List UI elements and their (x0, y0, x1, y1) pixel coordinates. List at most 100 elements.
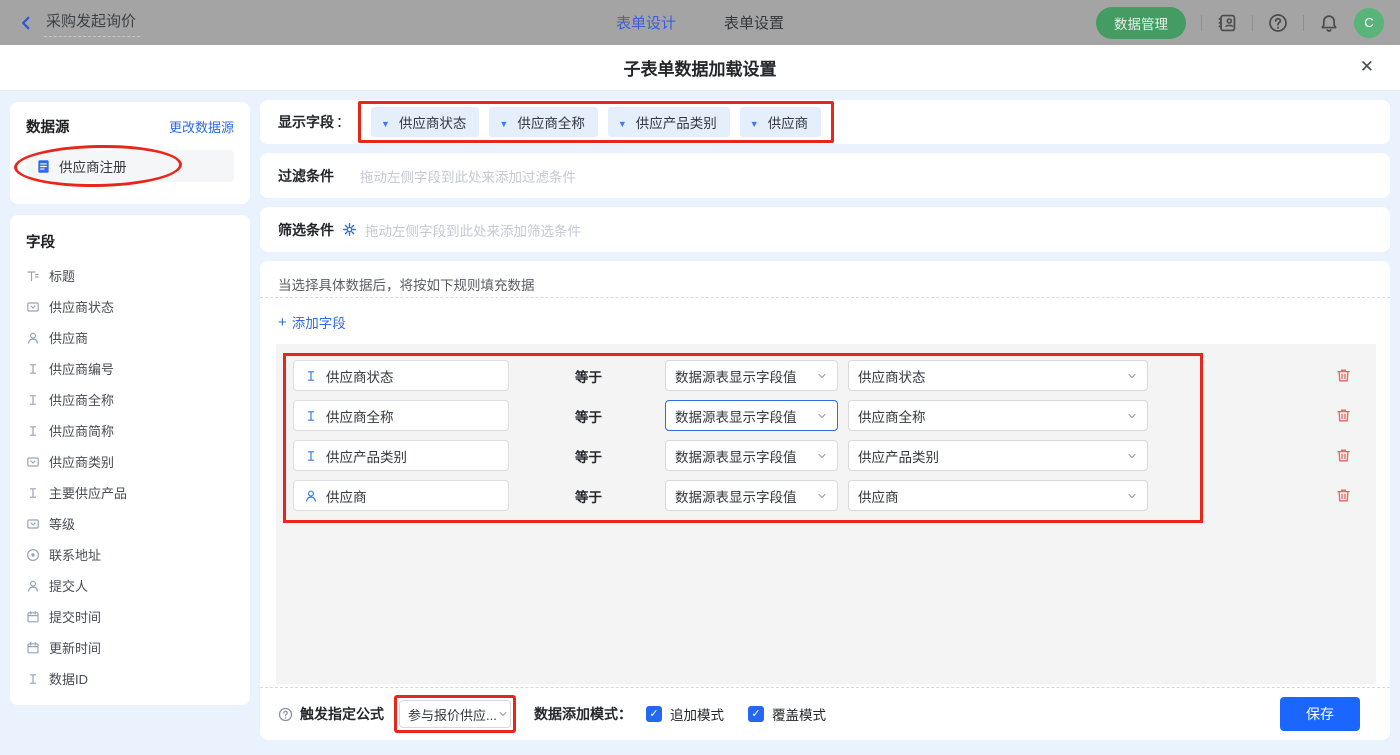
rule-source-select[interactable]: 数据源表显示字段值 (665, 440, 838, 471)
tag-label: 供应产品类别 (636, 112, 717, 132)
rule-field-box[interactable]: 供应商全称 (293, 400, 509, 431)
field-item-label: 主要供应产品 (49, 483, 127, 502)
rule-field-box[interactable]: 供应商状态 (293, 360, 509, 391)
field-item-label: 等级 (49, 514, 75, 533)
rule-source-value: 数据源表显示字段值 (675, 366, 797, 386)
modal-header: 子表单数据加载设置 ✕ (0, 45, 1400, 91)
filter-drop-placeholder[interactable]: 拖动左侧字段到此处来添加过滤条件 (360, 166, 576, 186)
form-name[interactable]: 采购发起询价 (44, 8, 140, 37)
save-button[interactable]: 保存 (1280, 697, 1360, 731)
trash-icon[interactable] (1335, 487, 1352, 504)
field-item[interactable]: 更新时间 (26, 632, 234, 663)
append-mode-checkbox[interactable]: 追加模式 (646, 704, 724, 724)
display-field-tags: 供应商状态 供应商全称 供应产品类别 (371, 107, 821, 137)
field-item[interactable]: 供应商编号 (26, 353, 234, 384)
display-field-tag[interactable]: 供应商 (740, 107, 821, 137)
display-field-tag[interactable]: 供应商状态 (371, 107, 479, 137)
tab-form-settings[interactable]: 表单设置 (724, 12, 784, 33)
rule-value: 供应商 (858, 486, 899, 506)
overwrite-mode-checkbox[interactable]: 覆盖模式 (748, 704, 826, 724)
screen-condition-label: 筛选条件 (278, 220, 334, 240)
close-icon[interactable]: ✕ (1360, 57, 1374, 77)
trash-icon[interactable] (1335, 407, 1352, 424)
add-field-button[interactable]: 添加字段 (278, 312, 346, 332)
display-field-tag[interactable]: 供应商全称 (489, 107, 597, 137)
select-icon (26, 300, 40, 314)
rules-hint: 当选择具体数据后，将按如下规则填充数据 (260, 261, 1390, 294)
field-item[interactable]: 供应商状态 (26, 291, 234, 322)
formula-select[interactable]: 参与报价供应... (399, 700, 511, 728)
rule-source-select[interactable]: 数据源表显示字段值 (665, 480, 838, 511)
contacts-icon[interactable] (1217, 13, 1237, 33)
rule-value: 供应商状态 (858, 366, 926, 386)
screen-condition-section: 筛选条件 拖动左侧字段到此处来添加筛选条件 (260, 207, 1390, 252)
rule-value-select[interactable]: 供应产品类别 (848, 440, 1148, 471)
field-item[interactable]: 提交人 (26, 570, 234, 601)
screen-drop-placeholder[interactable]: 拖动左侧字段到此处来添加筛选条件 (365, 220, 581, 240)
field-item-label: 供应商编号 (49, 359, 114, 378)
question-icon[interactable] (278, 707, 293, 722)
field-item[interactable]: 标题 (26, 260, 234, 291)
field-item[interactable]: 联系地址 (26, 539, 234, 570)
rule-field-box[interactable]: 供应商 (293, 480, 509, 511)
formula-select-value: 参与报价供应... (408, 705, 497, 724)
help-icon[interactable] (1268, 13, 1288, 33)
data-add-mode-label: 数据添加模式： (534, 704, 632, 724)
user-icon (26, 331, 40, 345)
field-item[interactable]: 等级 (26, 508, 234, 539)
rule-row: 供应商全称 等于 数据源表显示字段值 供应商全称 (293, 400, 1376, 431)
field-item[interactable]: 供应商简称 (26, 415, 234, 446)
display-fields-colon: ： (336, 112, 350, 132)
avatar[interactable]: C (1354, 8, 1384, 38)
field-item-label: 联系地址 (49, 545, 101, 564)
divider (1201, 15, 1202, 31)
trash-icon[interactable] (1335, 447, 1352, 464)
rule-source-select[interactable]: 数据源表显示字段值 (665, 360, 838, 391)
field-item[interactable]: 供应商全称 (26, 384, 234, 415)
triangle-down-icon (750, 115, 759, 130)
fields-card: 字段 标题 供应商状态 供应商 (10, 215, 250, 705)
fields-title: 字段 (26, 231, 234, 252)
tag-label: 供应商 (768, 112, 809, 132)
datasource-item[interactable]: 供应商注册 (26, 150, 234, 182)
rule-field-label: 供应产品类别 (326, 446, 407, 466)
modal-footer: 触发指定公式 参与报价供应... 数据添加模式： 追加模式 覆盖模式 保存 (278, 688, 1360, 740)
rule-source-select[interactable]: 数据源表显示字段值 (665, 400, 838, 431)
display-field-tag[interactable]: 供应产品类别 (608, 107, 730, 137)
text-icon (304, 369, 318, 383)
rule-field-box[interactable]: 供应产品类别 (293, 440, 509, 471)
append-mode-label: 追加模式 (670, 704, 724, 724)
data-manage-button[interactable]: 数据管理 (1096, 7, 1186, 39)
field-item-label: 供应商全称 (49, 390, 114, 409)
select-icon (26, 455, 40, 469)
gear-icon[interactable] (342, 222, 357, 237)
field-item[interactable]: 主要供应产品 (26, 477, 234, 508)
rule-source-value: 数据源表显示字段值 (675, 486, 797, 506)
title-icon (26, 269, 40, 283)
text-icon (304, 449, 318, 463)
back-icon[interactable] (18, 15, 34, 31)
field-item[interactable]: 供应商类别 (26, 446, 234, 477)
field-item-label: 提交时间 (49, 607, 101, 626)
field-item[interactable]: 供应商 (26, 322, 234, 353)
app-topbar: 采购发起询价 表单设计 表单设置 数据管理 C (0, 0, 1400, 45)
rule-field-label: 供应商状态 (326, 366, 394, 386)
trash-icon[interactable] (1335, 367, 1352, 384)
datasource-item-label: 供应商注册 (59, 156, 127, 176)
rule-operator: 等于 (575, 406, 665, 426)
chevron-down-icon (816, 370, 828, 382)
field-item[interactable]: 提交时间 (26, 601, 234, 632)
chevron-down-icon (1126, 490, 1138, 502)
rule-source-value: 数据源表显示字段值 (675, 406, 797, 426)
rule-source-value: 数据源表显示字段值 (675, 446, 797, 466)
rule-value-select[interactable]: 供应商全称 (848, 400, 1148, 431)
change-datasource-link[interactable]: 更改数据源 (169, 117, 234, 136)
text-icon (304, 409, 318, 423)
rule-value-select[interactable]: 供应商状态 (848, 360, 1148, 391)
rule-value-select[interactable]: 供应商 (848, 480, 1148, 511)
notification-bell-icon[interactable] (1319, 13, 1339, 33)
document-icon (36, 159, 51, 174)
datasource-card: 数据源 更改数据源 供应商注册 (10, 102, 250, 204)
field-item[interactable]: 数据ID (26, 663, 234, 694)
tab-form-design[interactable]: 表单设计 (616, 12, 676, 33)
